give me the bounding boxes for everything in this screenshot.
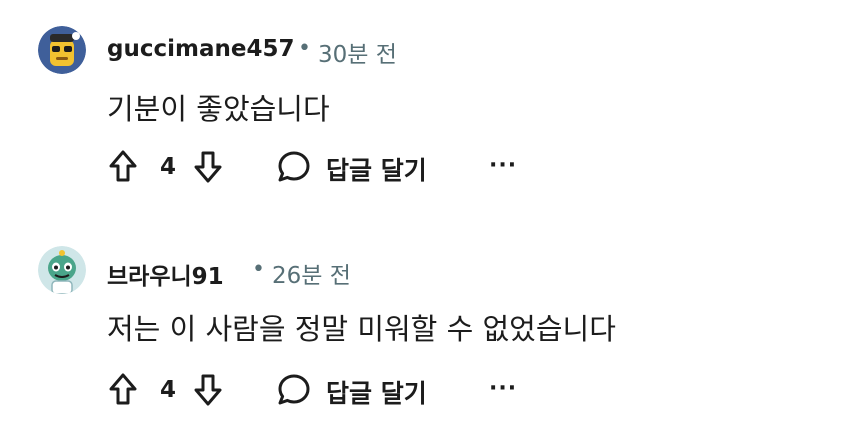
reply-button[interactable]: 답글 달기 xyxy=(326,151,427,187)
meta-separator: • xyxy=(298,36,311,61)
reply-button[interactable]: 답글 달기 xyxy=(326,374,427,410)
green-alien-avatar-icon xyxy=(38,246,86,294)
reply-bubble-icon[interactable] xyxy=(276,372,312,408)
username[interactable]: 브라우니91 xyxy=(107,257,224,291)
comment-actions: 4 답글 달기 ··· xyxy=(0,143,850,193)
username[interactable]: guccimane457 xyxy=(107,36,294,62)
comment-1: guccimane457 • 30분 전 기분이 좋았습니다 4 답글 달기 ·… xyxy=(0,0,850,200)
comment-timestamp: 26분 전 xyxy=(272,263,351,289)
downvote-icon[interactable] xyxy=(193,150,223,184)
upvote-icon[interactable] xyxy=(108,372,138,406)
vote-count: 4 xyxy=(160,154,177,180)
comment-2: 브라우니91 • 26분 전 저는 이 사람을 정말 미워할 수 없었습니다 4… xyxy=(0,220,850,420)
comment-body: 기분이 좋았습니다 xyxy=(107,92,330,126)
comment-timestamp: 30분 전 xyxy=(318,42,397,68)
comment-actions: 4 답글 달기 ··· xyxy=(0,366,850,416)
user-avatar[interactable] xyxy=(38,26,86,74)
meta-separator: • xyxy=(252,257,265,282)
vote-count: 4 xyxy=(160,377,177,403)
user-avatar[interactable] xyxy=(38,246,86,294)
more-options-button[interactable]: ··· xyxy=(489,376,517,401)
upvote-icon[interactable] xyxy=(108,149,138,183)
comment-body: 저는 이 사람을 정말 미워할 수 없었습니다 xyxy=(107,312,616,346)
more-options-button[interactable]: ··· xyxy=(489,153,517,178)
yellow-robot-avatar-icon xyxy=(38,26,86,74)
reply-bubble-icon[interactable] xyxy=(276,149,312,185)
downvote-icon[interactable] xyxy=(193,373,223,407)
